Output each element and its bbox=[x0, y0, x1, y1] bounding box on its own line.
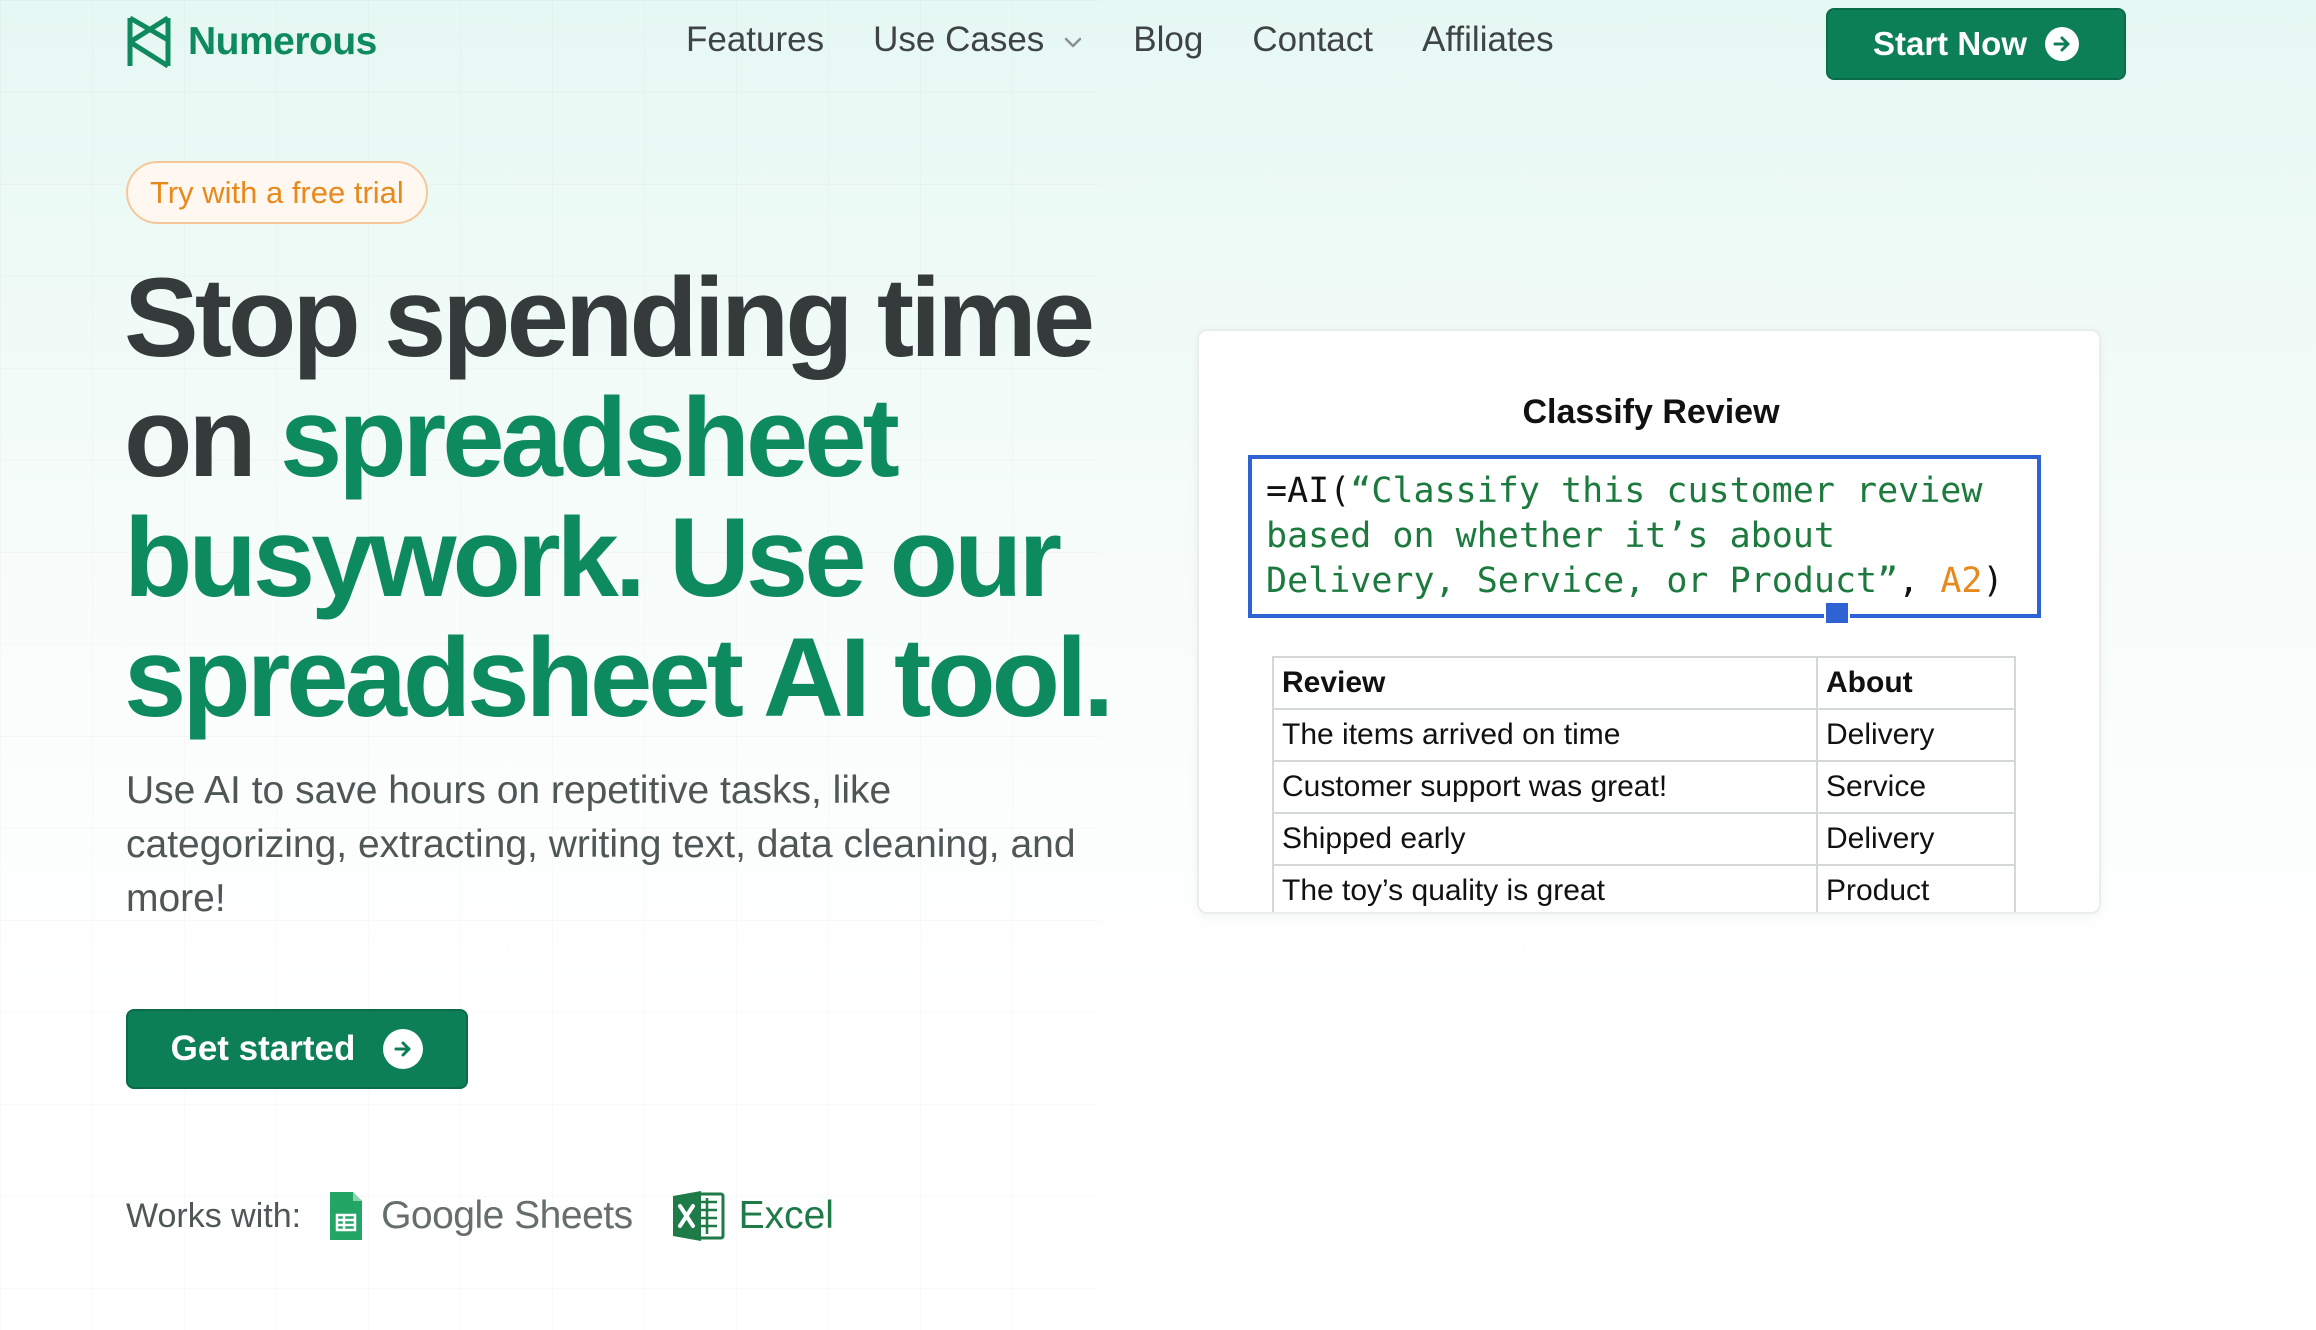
formula-string: “Classify this customer review based on … bbox=[1266, 471, 1983, 601]
nav-link-use-cases[interactable]: Use Cases bbox=[873, 20, 1084, 60]
excel-label: Excel bbox=[738, 1194, 834, 1237]
table-cell[interactable]: Service bbox=[1816, 760, 2016, 814]
chevron-down-icon bbox=[1065, 37, 1082, 48]
review-table: Review About The items arrived on time D… bbox=[1272, 656, 2016, 912]
arrow-right-icon bbox=[383, 1029, 424, 1069]
table-row: The items arrived on time Delivery bbox=[1272, 708, 2016, 762]
start-now-label: Start Now bbox=[1872, 25, 2027, 62]
nav-link-use-cases-label: Use Cases bbox=[873, 20, 1045, 59]
table-cell[interactable]: The items arrived on time bbox=[1272, 708, 1818, 762]
arrow-right-icon bbox=[2045, 27, 2079, 61]
table-cell[interactable]: Delivery bbox=[1816, 708, 2016, 762]
get-started-button[interactable]: Get started bbox=[126, 1009, 468, 1089]
table-row: The toy’s quality is great Product bbox=[1272, 864, 2016, 912]
excel-icon bbox=[672, 1191, 725, 1241]
table-header-row: Review About bbox=[1272, 656, 2016, 710]
formula-close: ) bbox=[1982, 561, 2004, 601]
column-header-review: Review bbox=[1272, 656, 1818, 710]
brand-name: Numerous bbox=[188, 20, 377, 63]
nav-link-affiliates[interactable]: Affiliates bbox=[1422, 20, 1554, 60]
nav-links: Features Use Cases Blog Contact Affiliat… bbox=[686, 20, 1603, 60]
top-nav: Numerous Features Use Cases Blog Contact… bbox=[0, 0, 2316, 90]
hero-headline: Stop spending time on spreadsheet busywo… bbox=[124, 258, 1124, 738]
formula-cell-ref: A2 bbox=[1940, 561, 1983, 601]
get-started-label: Get started bbox=[170, 1029, 356, 1068]
start-now-button[interactable]: Start Now bbox=[1826, 8, 2126, 80]
works-with-label: Works with: bbox=[126, 1196, 302, 1235]
works-with: Works with: Google Sheets Excel bbox=[126, 1188, 872, 1244]
demo-title: Classify Review bbox=[1522, 393, 1780, 431]
nav-link-features[interactable]: Features bbox=[686, 20, 824, 60]
column-header-about: About bbox=[1816, 656, 2016, 710]
nav-link-contact[interactable]: Contact bbox=[1252, 20, 1373, 60]
nav-link-blog[interactable]: Blog bbox=[1133, 20, 1203, 60]
logo[interactable]: Numerous bbox=[124, 12, 377, 72]
hero-subtitle: Use AI to save hours on repetitive tasks… bbox=[126, 769, 1076, 920]
google-sheets-label: Google Sheets bbox=[381, 1194, 633, 1237]
formula-separator: , bbox=[1898, 561, 1941, 601]
google-sheets-icon bbox=[330, 1192, 363, 1240]
table-row: Shipped early Delivery bbox=[1272, 812, 2016, 866]
table-row: Customer support was great! Service bbox=[1272, 760, 2016, 814]
formula-cell[interactable]: =AI(“Classify this customer review based… bbox=[1248, 455, 2041, 618]
demo-card: Classify Review =AI(“Classify this custo… bbox=[1197, 329, 2101, 914]
excel-badge: Excel bbox=[671, 1188, 834, 1244]
cell-fill-handle[interactable] bbox=[1824, 601, 1850, 625]
table-cell[interactable]: Shipped early bbox=[1272, 812, 1818, 866]
google-sheets-badge: Google Sheets bbox=[327, 1189, 633, 1243]
table-cell[interactable]: Delivery bbox=[1816, 812, 2016, 866]
formula-prefix: =AI( bbox=[1266, 471, 1351, 511]
table-cell[interactable]: The toy’s quality is great bbox=[1272, 864, 1818, 912]
table-cell[interactable]: Customer support was great! bbox=[1272, 760, 1818, 814]
numerous-logo-icon bbox=[127, 15, 171, 69]
table-cell[interactable]: Product bbox=[1816, 864, 2016, 912]
free-trial-badge[interactable]: Try with a free trial bbox=[126, 161, 428, 224]
